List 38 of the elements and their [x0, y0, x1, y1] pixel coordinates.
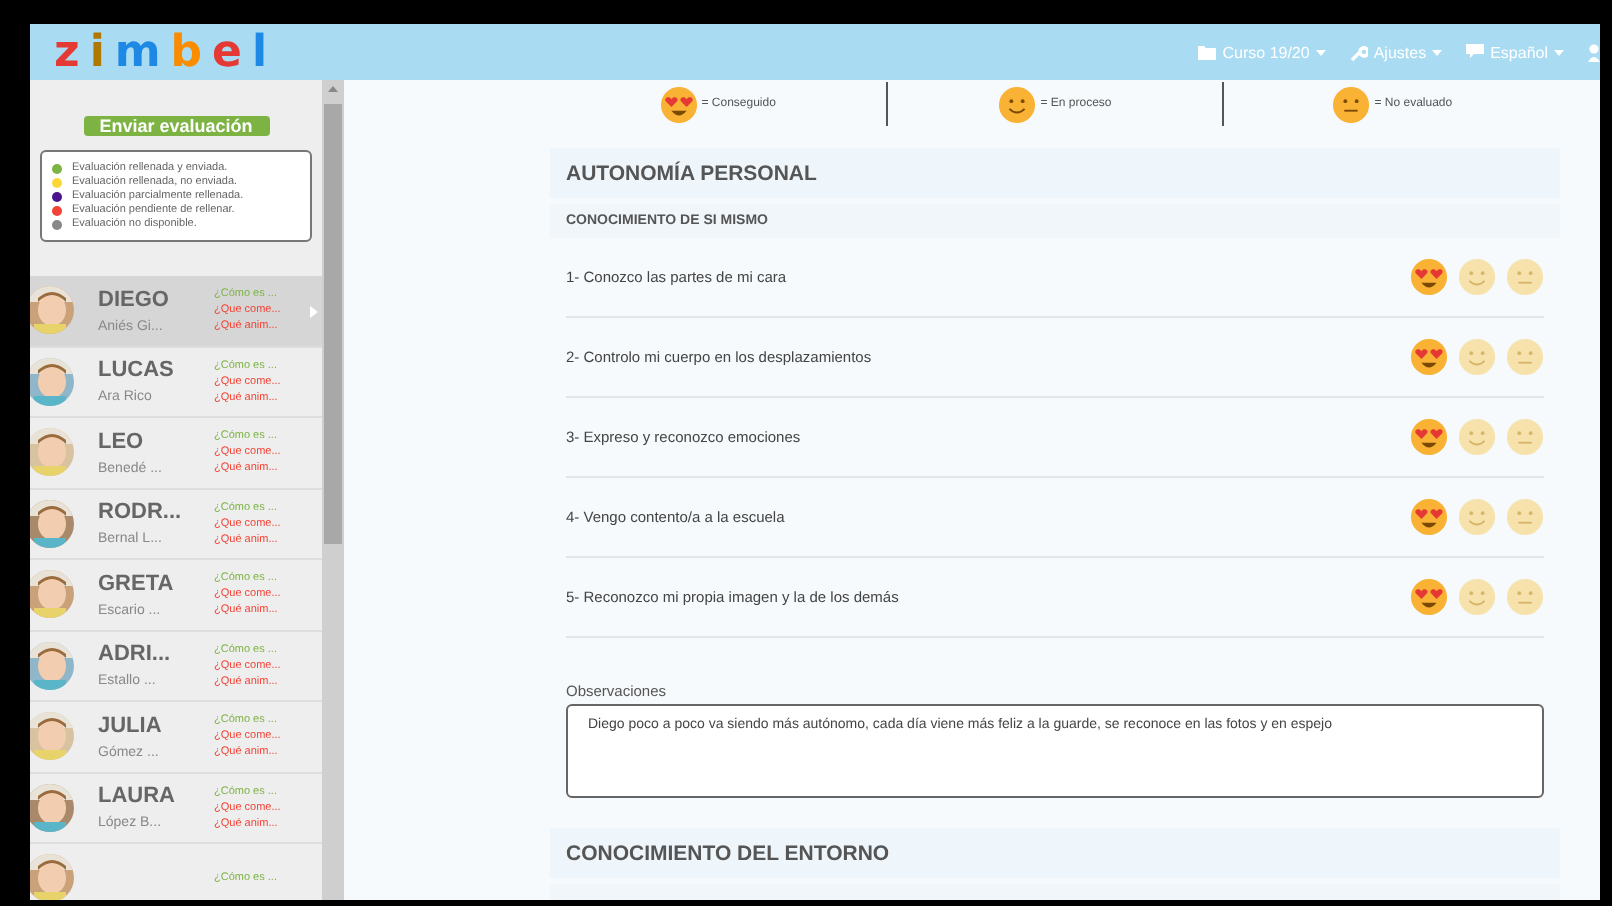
neutral-face-icon[interactable]	[1506, 338, 1544, 376]
smiling-face-icon	[998, 85, 1037, 123]
caret-icon	[1315, 49, 1326, 55]
student-name: LUCAS	[98, 358, 176, 383]
neutral-face-icon[interactable]	[1506, 258, 1544, 296]
smiling-face-icon[interactable]	[1458, 258, 1496, 296]
student-name: LAURA	[98, 784, 177, 809]
student-name: JULIA	[98, 713, 164, 738]
wrench-icon	[1349, 43, 1368, 61]
heart-eyes-face-icon	[659, 85, 698, 123]
section-title: CONOCIMIENTO DEL ENTORNO	[566, 841, 890, 865]
smiling-face-icon[interactable]	[1458, 578, 1496, 616]
send-evaluation-button[interactable]: Enviar evaluación	[83, 116, 269, 136]
scrollbar[interactable]	[322, 80, 344, 900]
user-icon[interactable]	[1588, 43, 1600, 61]
neutral-face-icon	[1332, 85, 1371, 123]
caret-icon	[1432, 49, 1443, 55]
neutral-face-icon[interactable]	[1506, 578, 1544, 616]
student-name: GRETA	[98, 571, 176, 596]
student-name: LEO	[98, 429, 146, 454]
student-name: RODR...	[98, 500, 184, 525]
heart-eyes-face-icon[interactable]	[1410, 418, 1448, 456]
section-title: AUTONOMÍA PERSONAL	[566, 161, 817, 185]
chevron-icon	[310, 306, 318, 318]
neutral-face-icon[interactable]	[1506, 498, 1544, 536]
caret-icon	[1554, 49, 1564, 55]
neutral-face-icon[interactable]	[1506, 418, 1544, 456]
student-name: ADRI...	[98, 642, 173, 667]
heart-eyes-face-icon[interactable]	[1410, 338, 1448, 376]
heart-eyes-face-icon[interactable]	[1410, 258, 1448, 296]
smiling-face-icon[interactable]	[1458, 338, 1496, 376]
smiling-face-icon[interactable]	[1458, 498, 1496, 536]
smiling-face-icon[interactable]	[1458, 418, 1496, 456]
folder-icon	[1198, 44, 1217, 60]
heart-eyes-face-icon[interactable]	[1410, 498, 1448, 536]
heart-eyes-face-icon[interactable]	[1410, 578, 1448, 616]
student-name: DIEGO	[98, 287, 171, 312]
chat-icon	[1466, 44, 1485, 60]
